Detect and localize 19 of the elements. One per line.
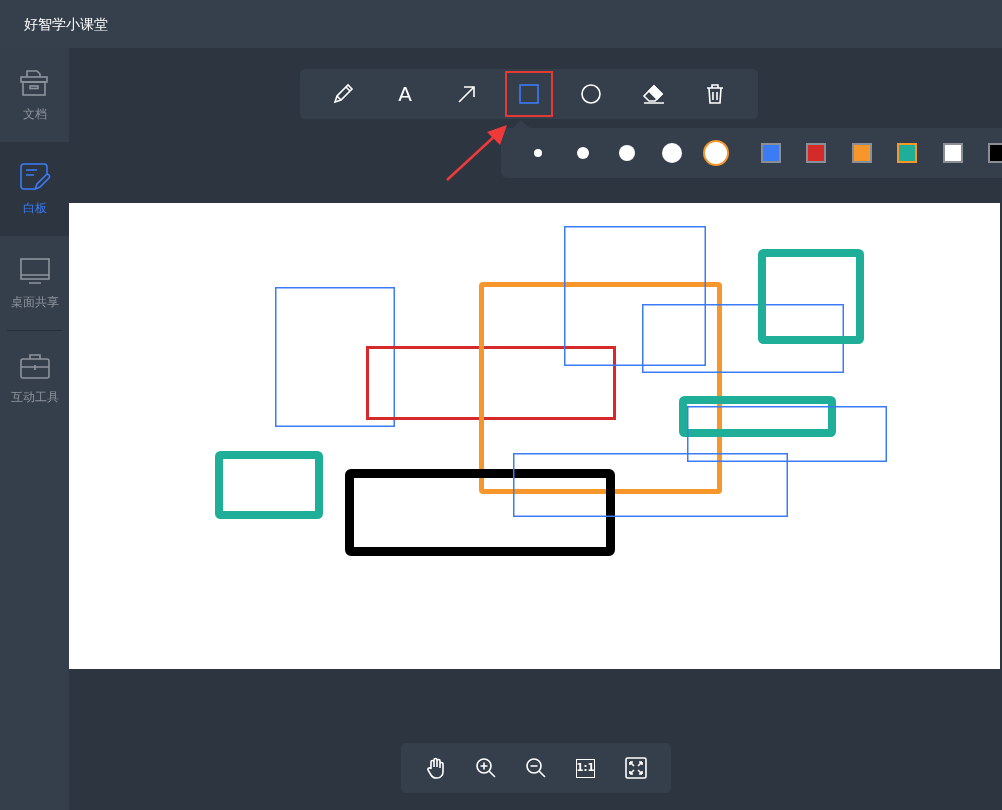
arrow-annotation [445,124,509,182]
app-title: 好智学小课堂 [24,14,108,34]
sidebar-tab[interactable]: 桌面共享 [0,236,69,330]
fit-screen-icon [623,756,648,780]
eraser-icon [641,82,665,106]
actual-size-button[interactable]: 1:1 [560,745,611,791]
whiteboard-canvas[interactable] [69,203,1000,669]
rectangle-tool[interactable] [505,71,553,117]
zoom-in-icon [473,756,498,780]
monitor-icon [17,255,52,287]
sidebar-tab[interactable]: 互动工具 [0,331,69,425]
sidebar-tab[interactable]: 文档 [0,48,69,142]
circle-icon [579,82,603,106]
square-icon [517,82,541,106]
sidebar-tab[interactable]: 白板 [0,142,69,236]
text-tool[interactable]: A [374,71,436,117]
pencil-icon [331,82,355,106]
whiteboard-pen-icon [17,161,52,193]
zoom-out-icon [523,756,548,780]
